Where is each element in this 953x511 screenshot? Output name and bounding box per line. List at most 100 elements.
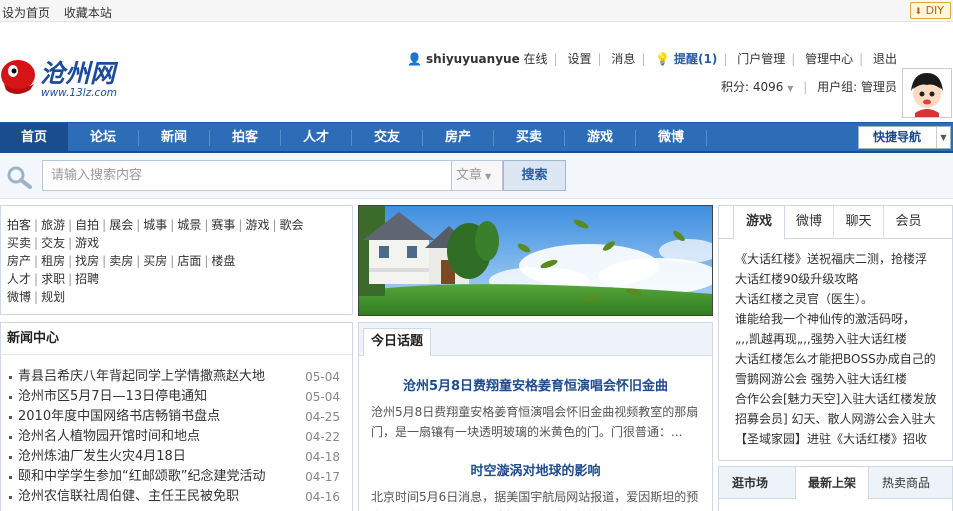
- reminders-link[interactable]: 提醒(1): [674, 52, 717, 66]
- news-title[interactable]: 沧州炼油厂发生火灾4月18日: [18, 449, 186, 464]
- logout-link[interactable]: 退出: [873, 52, 897, 66]
- separator: |: [238, 218, 243, 232]
- category-link[interactable]: 房产: [7, 254, 31, 268]
- category-link[interactable]: 租房: [41, 254, 65, 268]
- news-title[interactable]: 沧州农信联社周伯健、主任王民被免职: [18, 489, 239, 504]
- quick-nav-button[interactable]: 快捷导航 ▼: [858, 126, 951, 149]
- nav-item-forum[interactable]: 论坛: [68, 123, 138, 152]
- category-link[interactable]: 规划: [41, 290, 65, 304]
- news-title[interactable]: 青县吕希庆八年背起同学上学情撒燕赵大地: [18, 369, 265, 384]
- category-link[interactable]: 交友: [41, 236, 65, 250]
- search-input[interactable]: 请输入搜索内容: [42, 160, 452, 191]
- story-title[interactable]: 沧州5月8日费翔童安格姜育恒演唱会怀旧金曲: [359, 375, 712, 394]
- news-title[interactable]: 沧州市区5月7日—13日停电通知: [18, 389, 207, 404]
- quick-nav-label: 快捷导航: [873, 130, 922, 144]
- category-link[interactable]: 自拍: [75, 218, 99, 232]
- news-date: 04-25: [305, 410, 340, 424]
- category-link[interactable]: 买房: [143, 254, 167, 268]
- diy-label: DIY: [925, 4, 944, 17]
- tab-today-topic[interactable]: 今日话题: [363, 328, 432, 356]
- site-logo[interactable]: 沧州网 www.13lz.com: [0, 54, 140, 118]
- tab-games[interactable]: 游戏: [733, 206, 785, 240]
- story-title[interactable]: 时空漩涡对地球的影响: [359, 460, 712, 479]
- messages-link[interactable]: 消息: [611, 52, 635, 66]
- username-link[interactable]: shiyuyuanyue: [426, 52, 520, 66]
- category-row: 买卖 | 交友 | 游戏: [7, 234, 346, 252]
- list-item[interactable]: 沧州市区5月7日—13日停电通知 05-04: [7, 387, 344, 407]
- category-link[interactable]: 城景: [177, 218, 201, 232]
- category-link[interactable]: 歌会: [280, 218, 304, 232]
- category-link[interactable]: 旅游: [41, 218, 65, 232]
- list-item[interactable]: 谁能给我一个神仙传的激活码呀，: [735, 309, 942, 329]
- list-item[interactable]: 雪鹅网游公会 强势入驻大话红楼: [735, 369, 942, 389]
- search-button[interactable]: 搜索: [503, 160, 566, 191]
- news-date: 04-17: [305, 470, 340, 484]
- category-link[interactable]: 求职: [41, 272, 65, 286]
- category-link[interactable]: 游戏: [75, 236, 99, 250]
- list-item[interactable]: „,,凯越再现„,,强势入驻大话红楼: [735, 329, 942, 349]
- category-link[interactable]: 卖房: [109, 254, 133, 268]
- top-links: 设为首页 收藏本站: [2, 4, 122, 21]
- search-type-value: 文章: [456, 168, 483, 183]
- list-item[interactable]: 沧州炼油厂发生火灾4月18日 04-18: [7, 447, 344, 467]
- news-title[interactable]: 沧州名人植物园开馆时间和地点: [18, 429, 200, 444]
- list-item[interactable]: 颐和中学学生参加“红邮颂歌”纪念建党活动 04-17: [7, 467, 344, 487]
- list-item[interactable]: 青县吕希庆八年背起同学上学情撒燕赵大地 05-04: [7, 367, 344, 387]
- list-item[interactable]: 合作公会[魅力天空]入驻大话红楼发放: [735, 389, 942, 409]
- category-link[interactable]: 赛事: [211, 218, 235, 232]
- today-topic-header: 今日话题: [359, 323, 712, 356]
- tab-members[interactable]: 会员: [883, 206, 933, 239]
- nav-item-trade[interactable]: 买卖: [494, 123, 564, 152]
- category-link[interactable]: 店面: [177, 254, 201, 268]
- category-link[interactable]: 城事: [143, 218, 167, 232]
- list-item[interactable]: 《大话红楼》送祝福庆二测，抢楼浮: [735, 249, 942, 269]
- list-item[interactable]: 招募会员] 幻天、散人网游公会入驻大: [735, 409, 942, 429]
- nav-item-paike[interactable]: 拍客: [210, 123, 280, 152]
- search-type-select[interactable]: 文章 ▼: [452, 160, 503, 191]
- nav-item-talent[interactable]: 人才: [281, 123, 351, 152]
- category-link[interactable]: 展会: [109, 218, 133, 232]
- news-title[interactable]: 颐和中学学生参加“红邮颂歌”纪念建党活动: [18, 469, 265, 484]
- category-link[interactable]: 招聘: [75, 272, 99, 286]
- admin-center-link[interactable]: 管理中心: [805, 52, 853, 66]
- nav-item-friends[interactable]: 交友: [352, 123, 422, 152]
- bookmark-link[interactable]: 收藏本站: [64, 6, 112, 20]
- category-link[interactable]: 买卖: [7, 236, 31, 250]
- category-link[interactable]: 楼盘: [211, 254, 235, 268]
- category-link[interactable]: 找房: [75, 254, 99, 268]
- category-link[interactable]: 游戏: [245, 218, 269, 232]
- news-title[interactable]: 2010年度中国网络书店畅销书盘点: [18, 409, 220, 424]
- chevron-down-icon[interactable]: ▼: [787, 84, 793, 93]
- nav-item-weibo[interactable]: 微博: [636, 123, 706, 152]
- banner-image[interactable]: [358, 205, 713, 316]
- diy-button[interactable]: ⬇ DIY: [909, 2, 951, 19]
- nav-item-house[interactable]: 房产: [423, 123, 493, 152]
- nav-item-home[interactable]: 首页: [0, 123, 68, 152]
- list-item[interactable]: 大话红楼90级升级攻略: [735, 269, 942, 289]
- list-item[interactable]: 沧州名人植物园开馆时间和地点 04-22: [7, 427, 344, 447]
- tab-weibo[interactable]: 微博: [785, 206, 833, 239]
- list-item[interactable]: 大话红楼之灵官（医生）。: [735, 289, 942, 309]
- tab-market[interactable]: 逛市场: [719, 467, 781, 499]
- nav-item-games[interactable]: 游戏: [565, 123, 635, 152]
- side-tabs-box: 游戏 微博 聊天 会员 《大话红楼》送祝福庆二测，抢楼浮 大话红楼90级升级攻略大…: [718, 205, 953, 461]
- category-link[interactable]: 拍客: [7, 218, 31, 232]
- nav-item-news[interactable]: 新闻: [139, 123, 209, 152]
- settings-link[interactable]: 设置: [567, 52, 591, 66]
- avatar[interactable]: [902, 68, 952, 118]
- list-item[interactable]: 2010年度中国网络书店畅销书盘点 04-25: [7, 407, 344, 427]
- tab-hot-items[interactable]: 热卖商品: [871, 467, 941, 499]
- group-label: 用户组:: [817, 80, 858, 94]
- list-item[interactable]: 沧州农信联社周伯健、主任王民被免职 04-16: [7, 487, 344, 507]
- set-home-link[interactable]: 设为首页: [2, 6, 50, 20]
- group-value[interactable]: 管理员: [861, 80, 897, 94]
- list-item[interactable]: 【圣域家园】进驻《大话红楼》招收: [735, 429, 942, 449]
- category-link[interactable]: 人才: [7, 272, 31, 286]
- tab-new-arrivals[interactable]: 最新上架: [795, 467, 869, 499]
- tab-chat[interactable]: 聊天: [833, 206, 883, 239]
- portal-admin-link[interactable]: 门户管理: [737, 52, 785, 66]
- category-link[interactable]: 微博: [7, 290, 31, 304]
- list-item[interactable]: 大话红楼怎么才能把BOSS办成自己的: [735, 349, 942, 369]
- points-value[interactable]: 4096: [753, 80, 784, 94]
- online-status[interactable]: 在线: [524, 52, 548, 66]
